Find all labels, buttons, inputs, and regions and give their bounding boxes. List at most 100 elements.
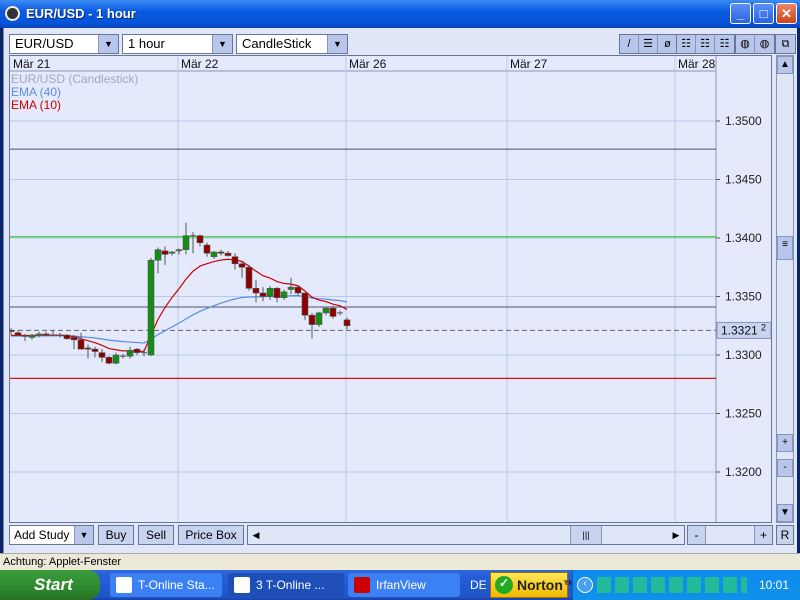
add-study-label: Add Study (14, 528, 70, 542)
t-online-icon (234, 577, 250, 593)
chevron-down-icon[interactable]: ▼ (98, 35, 118, 53)
scroll-thumb[interactable]: ≡ (777, 236, 793, 260)
candle-down (301, 292, 309, 316)
sell-button[interactable]: Sell (138, 525, 174, 545)
grid-icon[interactable]: ☷ (715, 35, 734, 53)
candle-down (196, 235, 204, 243)
buy-button[interactable]: Buy (98, 525, 134, 545)
grid-tools: ☷ ☷ ☷ (676, 34, 735, 54)
ema-10-line (10, 258, 348, 353)
candle-up (175, 249, 183, 252)
candle-down (133, 348, 141, 353)
drawing-tools: / ☰ ø (619, 34, 678, 54)
candle-down (63, 334, 71, 339)
candle-down (14, 332, 22, 336)
scroll-down-button[interactable]: ▼ (777, 504, 793, 522)
erase-tool-icon[interactable]: ø (658, 35, 677, 53)
zoom-in-button[interactable]: + (777, 434, 793, 452)
price-tick-label: 1.3250 (725, 407, 762, 421)
scroll-up-button[interactable]: ▲ (777, 56, 793, 74)
candle-up (35, 333, 43, 336)
symbol-value: EUR/USD (15, 36, 74, 51)
candle-up (210, 251, 218, 258)
candle-down (259, 292, 267, 297)
scroll-right-button[interactable]: ▶ (668, 526, 684, 544)
price-box-button[interactable]: Price Box (178, 525, 244, 545)
price-tick-label: 1.3350 (725, 290, 762, 304)
candle-down (245, 266, 253, 289)
horizontal-scrollbar[interactable]: ◀ ||| ▶ (247, 525, 685, 545)
reset-button[interactable]: R (776, 525, 794, 545)
circle-icon[interactable]: ◍ (736, 35, 755, 53)
zoom-in-button[interactable]: + (754, 526, 772, 544)
candle-up (322, 307, 330, 314)
candle-down (203, 244, 211, 254)
status-bar: Achtung: Applet-Fenster (0, 553, 800, 570)
circle-icon[interactable]: ◍ (755, 35, 774, 53)
norton-label: Norton™ (517, 577, 577, 593)
minimize-button[interactable]: _ (730, 3, 751, 24)
task-t-online-group[interactable]: 3 T-Online ... (228, 573, 344, 597)
interval-value: 1 hour (128, 36, 165, 51)
date-label: Mär 28 (678, 57, 716, 71)
task-t-online-start[interactable]: T-Online Sta... (110, 573, 222, 597)
chevron-down-icon[interactable]: ▼ (212, 35, 232, 53)
candle-down (105, 357, 113, 364)
chevron-down-icon[interactable]: ▼ (74, 526, 93, 544)
candle-down (91, 348, 99, 352)
price-tick-label: 1.3500 (725, 114, 762, 128)
candle-down (329, 307, 337, 317)
candle-down (161, 250, 169, 255)
chart-type-select[interactable]: CandleStick ▼ (236, 34, 348, 54)
zoom-control: - + (687, 525, 773, 545)
task-label: 3 T-Online ... (256, 578, 325, 592)
maximize-button[interactable]: □ (753, 3, 774, 24)
legend-item: EMA (10) (11, 98, 61, 112)
close-button[interactable]: ✕ (776, 3, 797, 24)
irfanview-icon (354, 577, 370, 593)
candle-down (238, 263, 246, 268)
legend-item: EUR/USD (Candlestick) (11, 72, 138, 86)
title-bar: EUR/USD - 1 hour _ □ ✕ (0, 0, 800, 28)
scroll-thumb[interactable]: ||| (570, 526, 602, 544)
task-irfanview[interactable]: IrfanView (348, 573, 460, 597)
candle-up (147, 259, 155, 356)
current-price-label: 1.3321 (721, 323, 758, 337)
detach-icon: ⧉ (781, 38, 790, 50)
candle-down (308, 314, 316, 325)
candle-up (315, 312, 323, 325)
zoom-out-button[interactable]: - (777, 459, 793, 477)
candle-down (231, 256, 239, 265)
symbol-select[interactable]: EUR/USD ▼ (9, 34, 119, 54)
norton-button[interactable]: ✓ Norton™ (490, 572, 577, 598)
candle-down (224, 252, 232, 256)
hline-tool-icon[interactable]: ☰ (639, 35, 658, 53)
candle-down (217, 251, 225, 254)
applet-client: EUR/USD ▼ 1 hour ▼ CandleStick ▼ / ☰ ø ☷ ☷ ☷ ◍ ◍… (3, 28, 797, 553)
candle-down (252, 288, 260, 294)
date-label: Mär 26 (349, 57, 387, 71)
grid-icon[interactable]: ☷ (696, 35, 715, 53)
line-tool-icon[interactable]: / (620, 35, 639, 53)
candle-down (77, 339, 85, 350)
tray-icons[interactable] (597, 577, 747, 593)
candle-down (343, 319, 351, 327)
zoom-out-button[interactable]: - (688, 526, 706, 544)
price-chart[interactable]: Mär 21 Mär 22 Mär 26 Mär 27 Mär 28 1.3500 1.34… (7, 55, 772, 523)
chevron-down-icon[interactable]: ▼ (327, 35, 347, 53)
candle-down (294, 286, 302, 294)
candle-up (154, 249, 162, 261)
add-study-select[interactable]: Add Study ▼ (9, 525, 94, 545)
language-indicator[interactable]: DE (470, 578, 487, 592)
scroll-left-button[interactable]: ◀ (248, 526, 264, 544)
detach-button[interactable]: ⧉ (775, 34, 796, 54)
start-button[interactable]: Start (0, 570, 100, 600)
vertical-scrollbar[interactable]: ▲ ≡ + - ▼ (776, 55, 794, 523)
grid-icon[interactable]: ☷ (677, 35, 696, 53)
chart-canvas[interactable]: Mär 21 Mär 22 Mär 26 Mär 27 Mär 28 1.3500 1.34… (7, 56, 772, 522)
candle-up (126, 350, 134, 357)
candle-up (28, 334, 36, 338)
date-label: Mär 27 (510, 57, 548, 71)
interval-select[interactable]: 1 hour ▼ (122, 34, 233, 54)
chevron-left-icon[interactable]: ‹ (577, 577, 593, 593)
